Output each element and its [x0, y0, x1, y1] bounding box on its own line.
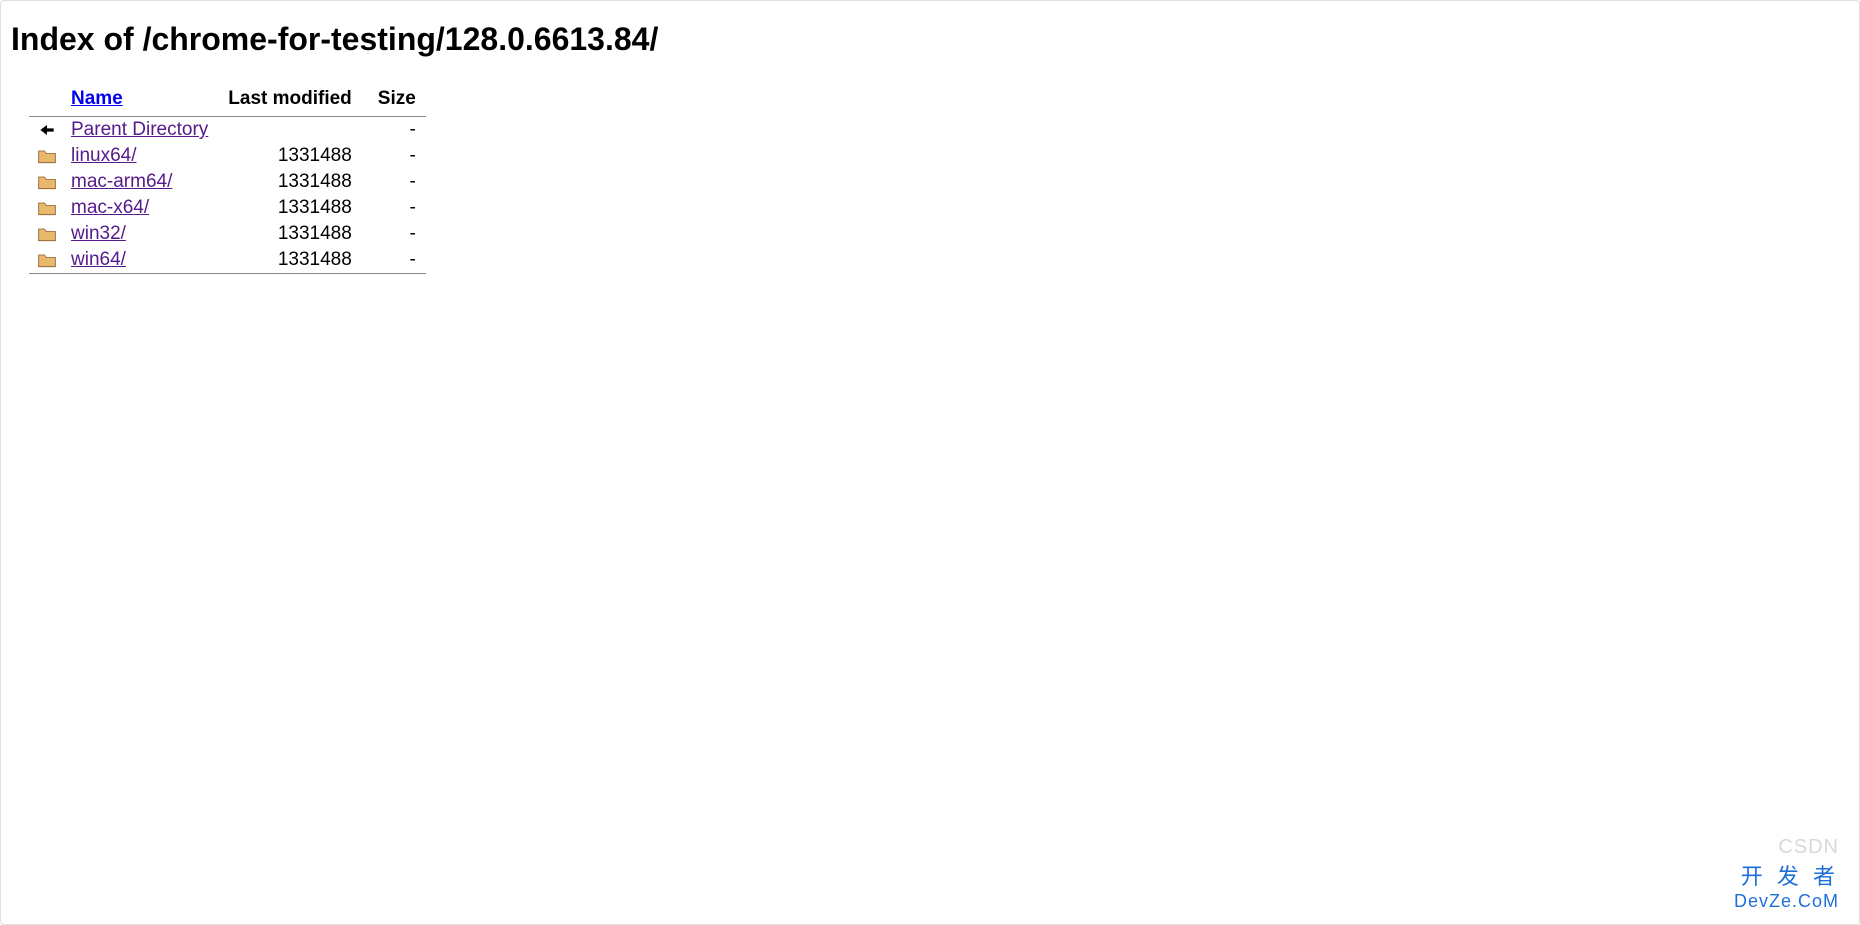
modified-cell: 1331488 [218, 195, 368, 221]
directory-link[interactable]: mac-arm64/ [71, 171, 172, 192]
size-cell: - [368, 195, 426, 221]
table-row: Parent Directory - [29, 117, 426, 143]
modified-cell: 1331488 [218, 143, 368, 169]
modified-cell [218, 117, 368, 143]
table-row: win64/ 1331488 - [29, 247, 426, 273]
directory-link[interactable]: linux64/ [71, 145, 137, 166]
size-cell: - [368, 221, 426, 247]
folder-icon [29, 195, 61, 221]
watermark-url: DevZe.CoM [1734, 891, 1839, 912]
watermark-title: 开 发 者 [1734, 859, 1839, 891]
folder-icon [29, 169, 61, 195]
table-row: mac-arm64/ 1331488 - [29, 169, 426, 195]
folder-icon [29, 143, 61, 169]
modified-cell: 1331488 [218, 247, 368, 273]
directory-listing: Name Last modified Size Parent Directory… [29, 82, 426, 274]
page-title: Index of /chrome-for-testing/128.0.6613.… [11, 21, 1849, 58]
modified-cell: 1331488 [218, 221, 368, 247]
header-modified: Last modified [218, 82, 368, 116]
divider [29, 273, 426, 274]
table-row: mac-x64/ 1331488 - [29, 195, 426, 221]
modified-cell: 1331488 [218, 169, 368, 195]
directory-link[interactable]: mac-x64/ [71, 197, 149, 218]
size-cell: - [368, 247, 426, 273]
size-cell: - [368, 117, 426, 143]
sort-name-link[interactable]: Name [71, 88, 123, 109]
header-size: Size [368, 82, 426, 116]
back-icon [29, 117, 61, 143]
folder-icon [29, 247, 61, 273]
size-cell: - [368, 169, 426, 195]
folder-icon [29, 221, 61, 247]
parent-directory-link[interactable]: Parent Directory [71, 119, 208, 140]
watermark-csdn: CSDN [1734, 836, 1839, 859]
watermark: CSDN 开 发 者 DevZe.CoM [1734, 836, 1839, 912]
size-cell: - [368, 143, 426, 169]
table-row: linux64/ 1331488 - [29, 143, 426, 169]
directory-link[interactable]: win64/ [71, 249, 126, 270]
directory-link[interactable]: win32/ [71, 223, 126, 244]
table-row: win32/ 1331488 - [29, 221, 426, 247]
